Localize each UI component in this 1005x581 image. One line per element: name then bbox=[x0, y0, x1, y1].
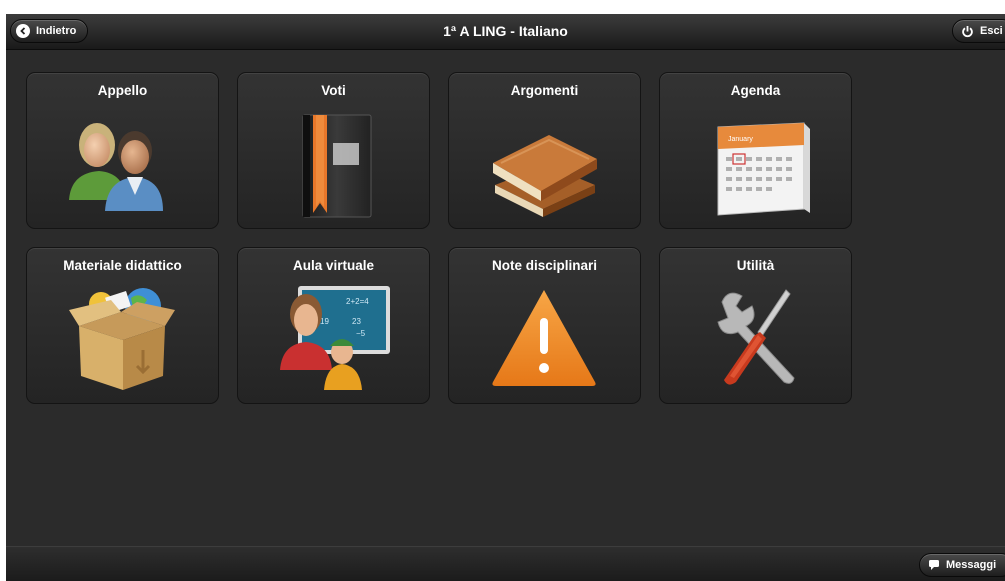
board-text-3: 23 bbox=[352, 317, 361, 326]
exit-button[interactable]: Esci bbox=[952, 19, 1005, 43]
chat-bubble-icon bbox=[928, 559, 940, 571]
tile-label: Utilità bbox=[736, 258, 775, 273]
tile-label: Agenda bbox=[730, 83, 781, 98]
top-bar: 1ª A LING - Italiano Indietro Esci bbox=[6, 14, 1005, 50]
tile-materiale-didattico[interactable]: Materiale didattico bbox=[26, 247, 219, 404]
tile-argomenti[interactable]: Argomenti bbox=[448, 72, 641, 229]
tile-label: Voti bbox=[321, 83, 346, 98]
materials-box-icon bbox=[65, 280, 180, 395]
books-icon bbox=[487, 105, 602, 220]
tile-label: Aula virtuale bbox=[292, 258, 375, 273]
board-text-4: −5 bbox=[356, 329, 366, 338]
tile-label: Appello bbox=[97, 83, 148, 98]
tile-agenda[interactable]: Agenda January bbox=[659, 72, 852, 229]
tile-label: Note disciplinari bbox=[491, 258, 598, 273]
calendar-month-label: January bbox=[728, 136, 753, 143]
messages-button-label: Messaggi bbox=[946, 559, 997, 571]
tile-note-disciplinari[interactable]: Note disciplinari bbox=[448, 247, 641, 404]
back-button-label: Indietro bbox=[36, 25, 77, 37]
people-icon bbox=[65, 105, 180, 220]
tile-label: Materiale didattico bbox=[63, 258, 182, 273]
board-text-1: 2+2=4 bbox=[346, 297, 369, 306]
tile-label: Argomenti bbox=[510, 83, 579, 98]
back-button[interactable]: Indietro bbox=[10, 19, 88, 43]
page-title: 1ª A LING - Italiano bbox=[443, 23, 568, 39]
tools-icon bbox=[698, 280, 813, 395]
bottom-bar: Messaggi bbox=[6, 546, 1005, 581]
app-screen: 1ª A LING - Italiano Indietro Esci Appel… bbox=[6, 14, 1005, 581]
tile-utilita[interactable]: Utilità bbox=[659, 247, 852, 404]
tile-aula-virtuale[interactable]: Aula virtuale 2+2=4 19 23 −5 bbox=[237, 247, 430, 404]
tile-voti[interactable]: Voti bbox=[237, 72, 430, 229]
exit-button-label: Esci bbox=[980, 25, 1003, 37]
gradebook-icon bbox=[276, 105, 391, 220]
calendar-icon: January bbox=[698, 105, 813, 220]
virtual-classroom-icon: 2+2=4 19 23 −5 bbox=[276, 280, 391, 395]
messages-button[interactable]: Messaggi bbox=[919, 553, 1005, 577]
power-icon bbox=[961, 25, 974, 38]
warning-icon bbox=[487, 280, 602, 395]
chevron-left-icon bbox=[16, 24, 30, 38]
tile-appello[interactable]: Appello bbox=[26, 72, 219, 229]
